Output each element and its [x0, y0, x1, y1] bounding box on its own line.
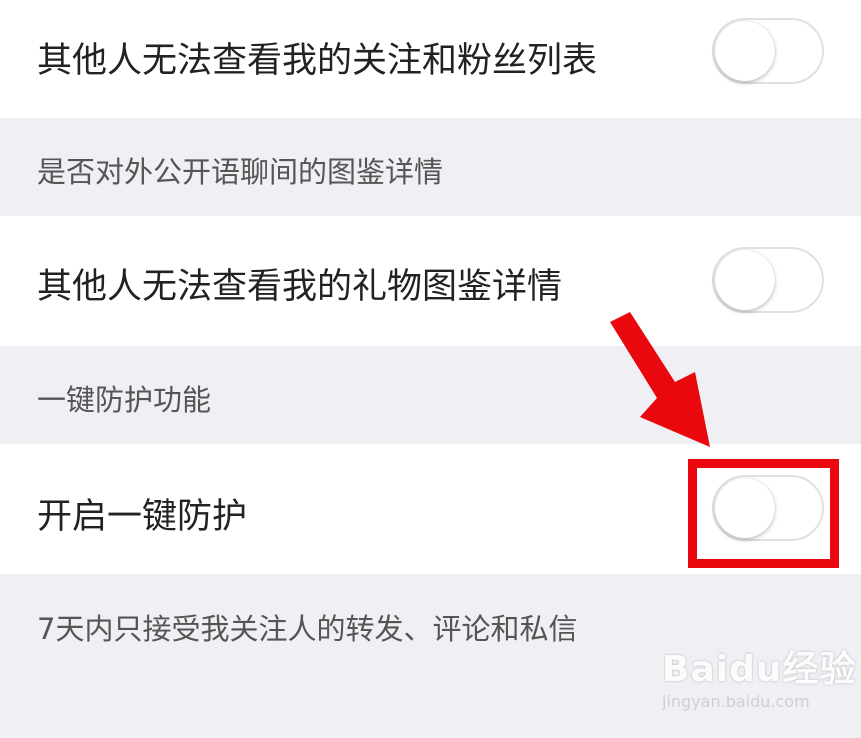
toggle-knob — [715, 21, 775, 81]
toggle-knob — [715, 250, 775, 310]
setting-label-hide-gift-catalog: 其他人无法查看我的礼物图鉴详情 — [37, 267, 563, 307]
watermark-url: jingyan.baidu.com — [662, 692, 810, 711]
setting-row-hide-gift-catalog: 其他人无法查看我的礼物图鉴详情 — [0, 216, 861, 346]
section-header-text: 一键防护功能 — [37, 383, 212, 417]
section-header-gift-catalog: 是否对外公开语聊间的图鉴详情 — [0, 118, 861, 216]
footer-description-text: 7天内只接受我关注人的转发、评论和私信 — [37, 612, 578, 646]
toggle-hide-follows[interactable] — [712, 18, 824, 84]
section-header-one-key-protection: 一键防护功能 — [0, 346, 861, 444]
toggle-hide-gift-catalog[interactable] — [712, 247, 824, 313]
annotation-arrow-icon — [610, 312, 710, 447]
watermark-brand: Baidu经验 — [662, 649, 857, 690]
annotation-highlight-box — [688, 459, 839, 568]
baidu-watermark: Baidu经验 jingyan.baidu.com — [662, 640, 855, 720]
setting-label-one-key-protection: 开启一键防护 — [37, 497, 248, 537]
setting-row-hide-follows: 其他人无法查看我的关注和粉丝列表 — [0, 0, 861, 118]
section-header-text: 是否对外公开语聊间的图鉴详情 — [37, 155, 444, 189]
setting-label-hide-follows: 其他人无法查看我的关注和粉丝列表 — [37, 41, 598, 81]
